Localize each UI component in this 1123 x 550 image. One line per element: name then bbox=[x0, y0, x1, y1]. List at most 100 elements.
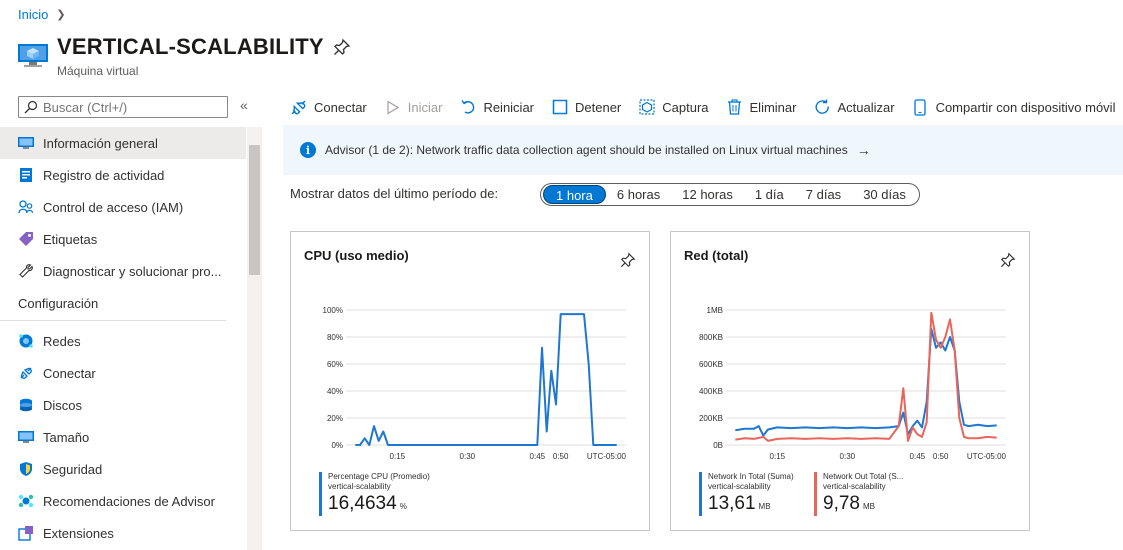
delete-button-label: Eliminar bbox=[749, 99, 797, 115]
y-tick-label: 400KB bbox=[699, 387, 723, 396]
sidebar-item-label: Seguridad bbox=[43, 461, 103, 477]
legend-series-value: 13,61 bbox=[708, 493, 756, 514]
sidebar-item-extensions[interactable]: Extensiones bbox=[0, 517, 246, 549]
sidebar-item-security[interactable]: Seguridad bbox=[0, 453, 246, 485]
cpu-chart-title: CPU (uso medio) bbox=[304, 248, 409, 263]
cpu-chart-card[interactable]: CPU (uso medio) 0% 20% 40% 60% 80% 100% 0:15 0:… bbox=[290, 231, 650, 531]
search-input[interactable] bbox=[43, 99, 213, 115]
sidebar-item-activity-log[interactable]: Registro de actividad bbox=[0, 159, 246, 191]
timezone-label: UTC-05:00 bbox=[587, 452, 627, 461]
chevron-right-icon: ❯ bbox=[56, 9, 66, 21]
pin-icon[interactable] bbox=[333, 38, 351, 56]
x-tick-label: 0:15 bbox=[390, 452, 406, 461]
collapse-sidebar-icon[interactable]: « bbox=[240, 97, 248, 113]
activity-log-icon bbox=[18, 167, 34, 183]
sidebar-scrollbar-thumb[interactable] bbox=[249, 145, 260, 275]
wrench-icon bbox=[18, 263, 34, 279]
legend-series-unit: % bbox=[399, 502, 407, 511]
sidebar-item-diagnose[interactable]: Diagnosticar y solucionar pro... bbox=[0, 255, 246, 287]
sidebar-item-size[interactable]: Tamaño bbox=[0, 421, 246, 453]
series-line-1 bbox=[735, 311, 997, 442]
sidebar-item-label: Redes bbox=[43, 333, 81, 349]
y-tick-label: 800KB bbox=[699, 333, 723, 342]
sidebar-item-label: Extensiones bbox=[43, 525, 114, 541]
sidebar-item-overview[interactable]: Información general bbox=[0, 127, 246, 159]
refresh-button[interactable]: Actualizar bbox=[813, 99, 895, 116]
info-icon: i bbox=[300, 142, 316, 158]
resource-type: Máquina virtual bbox=[57, 64, 139, 78]
stop-icon bbox=[551, 99, 568, 116]
y-tick-label: 80% bbox=[327, 333, 343, 342]
cpu-chart-legend: Percentage CPU (Promedio) vertical-scala… bbox=[319, 472, 430, 519]
legend-color-bar bbox=[699, 472, 702, 516]
x-tick-label: 0:45 bbox=[530, 452, 546, 461]
advisor-banner[interactable]: i Advisor (1 de 2): Network traffic data… bbox=[283, 125, 1123, 175]
start-button[interactable]: Iniciar bbox=[384, 99, 443, 116]
period-option-1h[interactable]: 1 hora bbox=[543, 185, 606, 204]
play-icon bbox=[384, 99, 401, 116]
stop-button[interactable]: Detener bbox=[551, 99, 621, 116]
period-option-30d[interactable]: 30 días bbox=[852, 185, 917, 204]
period-option-6h[interactable]: 6 horas bbox=[606, 185, 671, 204]
sidebar-item-networking[interactable]: Redes bbox=[0, 325, 246, 357]
sidebar-item-label: Discos bbox=[43, 397, 83, 413]
x-tick-label: 0:30 bbox=[840, 452, 856, 461]
sidebar-item-label: Registro de actividad bbox=[43, 167, 165, 183]
legend-series-resource: vertical-scalability bbox=[823, 482, 886, 491]
cpu-chart: 0% 20% 40% 60% 80% 100% 0:15 0:30 0:45 0:50 UTC-05… bbox=[323, 306, 627, 461]
legend-series-value: 9,78 bbox=[823, 493, 860, 514]
restart-icon bbox=[459, 99, 476, 116]
x-tick-label: 0:15 bbox=[770, 452, 786, 461]
overview-icon bbox=[18, 135, 34, 151]
search-box[interactable] bbox=[18, 96, 228, 118]
sidebar-item-iam[interactable]: Control de acceso (IAM) bbox=[0, 191, 246, 223]
legend-series-resource: vertical-scalability bbox=[708, 482, 771, 491]
plug-icon bbox=[290, 99, 307, 116]
refresh-button-label: Actualizar bbox=[837, 99, 895, 115]
start-button-label: Iniciar bbox=[407, 99, 443, 115]
share-mobile-button[interactable]: Compartir con dispositivo móvil bbox=[912, 98, 1116, 116]
sidebar-item-label: Tamaño bbox=[43, 429, 90, 445]
legend-color-bar bbox=[319, 472, 322, 516]
network-chart-card[interactable]: Red (total) 0B 200KB 400KB 600KB 800KB 1MB 0:1… bbox=[670, 231, 1030, 531]
restart-button[interactable]: Reiniciar bbox=[459, 99, 534, 116]
connect-button-label: Conectar bbox=[314, 99, 367, 115]
y-tick-label: 0% bbox=[331, 441, 343, 450]
size-icon bbox=[18, 429, 34, 445]
legend-series-name: Percentage CPU (Promedio) bbox=[328, 472, 430, 481]
legend-series-name: Network Out Total (S... bbox=[823, 472, 904, 481]
pin-icon[interactable] bbox=[1000, 252, 1016, 268]
pin-icon[interactable] bbox=[620, 252, 636, 268]
sidebar-item-label: Diagnosticar y solucionar pro... bbox=[43, 263, 222, 279]
delete-button[interactable]: Eliminar bbox=[726, 99, 797, 116]
sidebar-item-label: Control de acceso (IAM) bbox=[43, 199, 184, 215]
sidebar-item-advisor[interactable]: Recomendaciones de Advisor bbox=[0, 485, 246, 517]
period-selector: 1 hora 6 horas 12 horas 1 día 7 días 30 … bbox=[540, 183, 920, 206]
legend-item-network-out[interactable]: Network Out Total (S... vertical-scalabi… bbox=[814, 472, 921, 519]
x-tick-label: 0:50 bbox=[933, 452, 949, 461]
refresh-icon bbox=[813, 99, 830, 116]
capture-button[interactable]: Captura bbox=[638, 99, 709, 116]
period-option-12h[interactable]: 12 horas bbox=[671, 185, 744, 204]
y-tick-label: 200KB bbox=[699, 414, 723, 423]
legend-series-unit: MB bbox=[862, 502, 875, 511]
restart-button-label: Reiniciar bbox=[483, 99, 535, 115]
share-mobile-button-label: Compartir con dispositivo móvil bbox=[935, 99, 1116, 115]
period-option-7d[interactable]: 7 días bbox=[795, 185, 852, 204]
breadcrumb-home-link[interactable]: Inicio bbox=[18, 7, 48, 22]
legend-item-cpu[interactable]: Percentage CPU (Promedio) vertical-scala… bbox=[319, 472, 430, 519]
sidebar-item-tags[interactable]: Etiquetas bbox=[0, 223, 246, 255]
x-tick-label: 0:50 bbox=[553, 452, 569, 461]
legend-color-bar bbox=[814, 472, 817, 516]
arrow-right-icon: → bbox=[856, 142, 871, 158]
y-tick-label: 1MB bbox=[707, 306, 723, 315]
y-tick-label: 40% bbox=[327, 387, 343, 396]
period-label: Mostrar datos del último período de: bbox=[290, 186, 499, 201]
sidebar-item-label: Recomendaciones de Advisor bbox=[43, 493, 215, 509]
sidebar-item-connect[interactable]: Conectar bbox=[0, 357, 246, 389]
legend-item-network-in[interactable]: Network In Total (Suma) vertical-scalabi… bbox=[699, 472, 806, 519]
sidebar-item-disks[interactable]: Discos bbox=[0, 389, 246, 421]
period-option-1d[interactable]: 1 día bbox=[744, 185, 795, 204]
connect-button[interactable]: Conectar bbox=[290, 99, 367, 116]
y-tick-label: 20% bbox=[327, 414, 343, 423]
